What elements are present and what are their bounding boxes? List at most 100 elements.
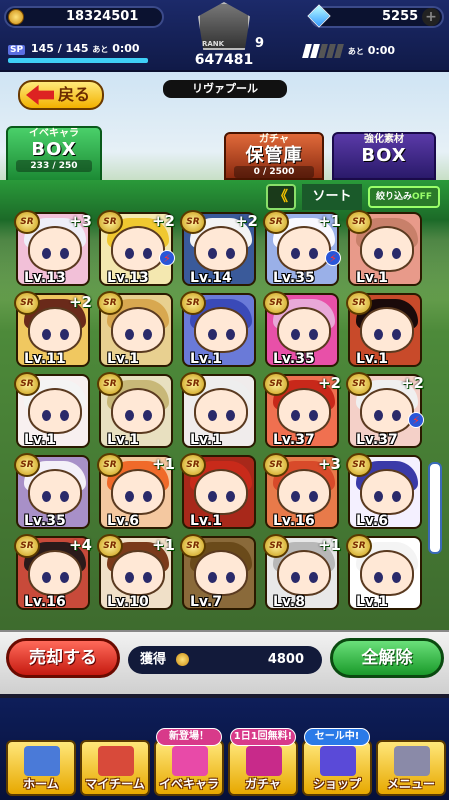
card-level: Lv.1 [190,351,222,367]
filter-label: 絞り込み [376,192,413,202]
card-level: Lv.8 [273,594,305,610]
tab-gacha-storage[interactable]: ガチャ 保管庫 0 / 2500 [224,132,324,180]
tab-event-chara-box[interactable]: イベキャラ BOX 233 / 250 [6,126,102,182]
card-level: Lv.35 [273,351,315,367]
tab-main: BOX [361,145,407,166]
card-level: Lv.35 [24,513,66,529]
rarity-badge: SR [263,453,289,477]
character-card[interactable]: SR Lv.1 [346,534,422,610]
character-eye [392,572,401,583]
rarity-badge: SR [180,210,206,234]
character-card[interactable]: SR Lv.35 [14,453,90,529]
rarity-badge: SR [346,210,372,234]
rarity-badge: SR [263,372,289,396]
character-card[interactable]: SR Lv.1 [14,372,90,448]
character-card[interactable]: SR +1 Lv.35 ⚡ [263,210,341,286]
character-portrait [277,388,331,434]
character-portrait [277,550,331,596]
character-card[interactable]: SR +3 Lv.13 [14,210,92,286]
rarity-badge: SR [263,291,289,315]
back-button-label: 戻る [58,85,91,104]
rarity-badge: SR [346,372,372,396]
character-portrait [111,388,165,434]
character-card[interactable]: SR Lv.35 [263,291,339,367]
character-eye [60,572,69,583]
rank-display[interactable]: RANK 9 647481 [178,2,270,82]
character-card[interactable]: SR Lv.1 [346,291,422,367]
sell-button[interactable]: 売却する [6,638,120,678]
rarity-badge: SR [180,453,206,477]
nav-item[interactable]: マイチーム [80,740,150,796]
card-level: Lv.13 [24,270,66,286]
add-gems-button[interactable]: + [422,8,440,26]
character-card[interactable]: SR Lv.1 [97,372,173,448]
character-card[interactable]: SR Lv.1 [180,453,256,529]
character-card[interactable]: SR +3 Lv.16 [263,453,341,529]
clear-all-button[interactable]: 全解除 [330,638,444,678]
character-card[interactable]: SR Lv.1 [180,291,256,367]
nav-item[interactable]: メニュー [376,740,446,796]
back-button[interactable]: 戻る [18,80,104,110]
character-card[interactable]: SR +2 Lv.13 ⚡ [97,210,175,286]
card-level: Lv.1 [107,432,139,448]
card-level: Lv.13 [107,270,149,286]
character-eye [125,329,134,340]
tab-material-box[interactable]: 強化素材 BOX [332,132,436,180]
tab-main: 保管庫 [245,145,303,166]
character-card[interactable]: SR Lv.1 [346,210,422,286]
earn-label: 獲得 [140,652,167,667]
character-eye [208,491,217,502]
character-portrait [28,388,82,434]
card-level: Lv.6 [107,513,139,529]
sort-button[interactable]: ソート [302,184,362,210]
scrollbar-thumb[interactable] [428,462,442,554]
nav-icon [172,746,208,776]
card-level: Lv.1 [356,594,388,610]
character-portrait [28,226,82,272]
bonus-badge: +3 [317,455,341,473]
card-grid: SR +3 Lv.13 SR +2 Lv.13 ⚡ SR +2 Lv.14 SR +1 Lv.35 ⚡ SR… [14,210,426,628]
back-arrow-icon [26,85,54,105]
nav-item[interactable]: ガチャ [228,740,298,796]
rarity-badge: SR [14,372,40,396]
nav-icon [98,746,134,776]
character-eye [42,572,51,583]
character-card[interactable]: SR +2 Lv.14 [180,210,258,286]
character-eye [226,491,235,502]
filter-state: OFF [412,192,432,202]
character-card[interactable]: SR +2 Lv.37 [263,372,341,448]
card-level: Lv.1 [107,351,139,367]
character-card[interactable]: SR +4 Lv.16 [14,534,92,610]
character-card[interactable]: SR +2 Lv.11 [14,291,92,367]
nav-item[interactable]: イベキャラ [154,740,224,796]
character-portrait [111,469,165,515]
bat-pip-icon [334,44,344,58]
nav-item[interactable]: ホーム [6,740,76,796]
character-card[interactable]: SR +1 Lv.8 [263,534,341,610]
character-card[interactable]: SR +1 Lv.6 [97,453,175,529]
filter-button[interactable]: 絞り込みOFF [368,186,440,208]
character-eye [208,248,217,259]
nav-item[interactable]: ショップ [302,740,372,796]
bonus-badge: +1 [151,536,175,554]
rarity-badge: SR [14,210,40,234]
character-card[interactable]: SR Lv.7 [180,534,256,610]
character-portrait [194,226,248,272]
sort-collapse-button[interactable]: 《 [266,184,296,210]
character-card[interactable]: SR Lv.1 [180,372,256,448]
nav-label: ショップ [312,777,361,791]
character-eye [143,572,152,583]
card-level: Lv.1 [356,351,388,367]
character-card[interactable]: SR Lv.6 [346,453,422,529]
card-level: Lv.1 [190,432,222,448]
character-card[interactable]: SR Lv.1 [97,291,173,367]
rarity-badge: SR [97,291,123,315]
character-eye [392,410,401,421]
card-level: Lv.35 [273,270,315,286]
character-card[interactable]: SR +1 Lv.10 [97,534,175,610]
nav-icon [246,746,282,776]
team-name: リヴァプール [163,80,287,98]
bonus-badge: +4 [68,536,92,554]
character-eye [291,329,300,340]
character-card[interactable]: SR +2 Lv.37 ⚡ [346,372,424,448]
